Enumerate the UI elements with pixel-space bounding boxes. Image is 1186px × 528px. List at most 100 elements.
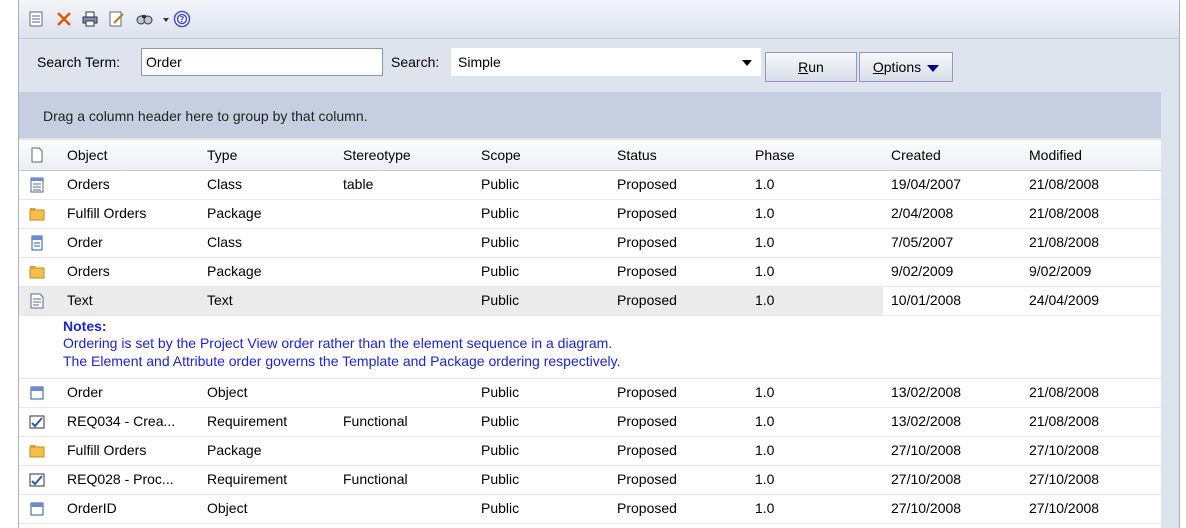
cell-type: Requirement: [207, 413, 288, 429]
cell-object: REQ028 - Proc...: [67, 471, 174, 487]
toolbar: ?: [19, 0, 1179, 39]
table-row-selected[interactable]: Text Text Public Proposed 1.0 10/01/2008…: [19, 287, 1161, 316]
cell-scope: Public: [481, 471, 520, 487]
cell-created: 27/10/2008: [891, 471, 962, 487]
cell-created: 13/02/2008: [891, 384, 962, 400]
table-row[interactable]: Order Class Public Proposed 1.0 7/05/200…: [19, 229, 1161, 258]
table-row[interactable]: Orders Package Public Proposed 1.0 9/02/…: [19, 258, 1161, 287]
cell-scope: Public: [481, 292, 520, 308]
cell-stereotype: Functional: [343, 413, 408, 429]
table-row[interactable]: REQ034 - Crea... Requirement Functional …: [19, 408, 1161, 437]
search-term-label: Search Term:: [37, 54, 120, 70]
cell-object: Order: [67, 384, 103, 400]
cell-status: Proposed: [617, 234, 677, 250]
cell-modified: 27/10/2008: [1029, 500, 1100, 516]
cell-modified: 21/08/2008: [1029, 384, 1100, 400]
dropdown-icon[interactable]: [157, 10, 169, 28]
row-notes-preview: Notes: Ordering is set by the Project Vi…: [19, 316, 1161, 379]
group-by-panel[interactable]: Drag a column header here to group by th…: [19, 92, 1161, 138]
notes-line-1: Ordering is set by the Project View orde…: [63, 335, 613, 351]
cell-object: OrderID: [67, 500, 117, 516]
cell-modified: 21/08/2008: [1029, 234, 1100, 250]
cell-status: Proposed: [617, 292, 677, 308]
cell-phase: 1.0: [755, 442, 775, 458]
table-row[interactable]: Fulfill Orders Package Public Proposed 1…: [19, 200, 1161, 229]
edit-icon[interactable]: [107, 10, 125, 28]
cell-type: Class: [207, 234, 243, 250]
class-icon: [29, 235, 45, 251]
options-button[interactable]: Options: [859, 52, 953, 82]
column-header-modified[interactable]: Modified: [1029, 147, 1082, 163]
results-grid: Object Type Stereotype Scope Status Phas…: [19, 140, 1161, 528]
new-icon[interactable]: [27, 10, 45, 28]
column-header-phase[interactable]: Phase: [755, 147, 795, 163]
search-bar: Search Term: Search: Simple Run Options: [19, 40, 1179, 90]
object-icon: [29, 385, 45, 401]
search-type-value: Simple: [458, 54, 501, 70]
cell-status: Proposed: [617, 176, 677, 192]
cell-created: 19/04/2007: [891, 176, 962, 192]
cell-status: Proposed: [617, 263, 677, 279]
cell-type: Package: [207, 205, 262, 221]
svg-text:?: ?: [180, 15, 185, 24]
delete-icon[interactable]: [55, 10, 73, 28]
cell-created: 10/01/2008: [891, 292, 962, 308]
column-header-stereotype[interactable]: Stereotype: [343, 147, 411, 163]
search-term-input[interactable]: [141, 48, 383, 76]
cell-status: Proposed: [617, 413, 677, 429]
column-header-type[interactable]: Type: [207, 147, 237, 163]
cell-status: Proposed: [617, 384, 677, 400]
print-icon[interactable]: [81, 10, 99, 28]
column-header-scope[interactable]: Scope: [481, 147, 521, 163]
vertical-scrollbar[interactable]: [1161, 92, 1179, 528]
cell-created: 9/02/2009: [891, 263, 954, 279]
cell-phase: 1.0: [755, 263, 775, 279]
cell-phase: 1.0: [755, 500, 775, 516]
cell-created: 27/10/2008: [891, 500, 962, 516]
requirement-icon: [29, 472, 45, 488]
cell-object: Text: [67, 292, 93, 308]
table-row[interactable]: Orders Class table Public Proposed 1.0 1…: [19, 171, 1161, 200]
document-icon: [29, 147, 45, 163]
cell-status: Proposed: [617, 205, 677, 221]
run-button[interactable]: Run: [765, 52, 857, 82]
cell-status: Proposed: [617, 500, 677, 516]
cell-type: Class: [207, 176, 243, 192]
cell-modified: 9/02/2009: [1029, 263, 1092, 279]
cell-stereotype: Functional: [343, 471, 408, 487]
requirement-icon: [29, 414, 45, 430]
notes-line-2: The Element and Attribute order governs …: [63, 353, 621, 369]
class-table-icon: [29, 177, 45, 193]
column-header-object[interactable]: Object: [67, 147, 107, 163]
cell-object: Fulfill Orders: [67, 205, 147, 221]
cell-phase: 1.0: [755, 234, 775, 250]
find-icon[interactable]: [135, 10, 153, 28]
cell-modified: 27/10/2008: [1029, 471, 1100, 487]
cell-phase: 1.0: [755, 384, 775, 400]
cell-scope: Public: [481, 413, 520, 429]
cell-phase: 1.0: [755, 413, 775, 429]
cell-scope: Public: [481, 384, 520, 400]
table-row[interactable]: Fulfill Orders Package Public Proposed 1…: [19, 437, 1161, 466]
table-row[interactable]: REQ028 - Proc... Requirement Functional …: [19, 466, 1161, 495]
search-type-select[interactable]: Simple: [451, 48, 761, 76]
notes-title: Notes:: [63, 318, 107, 334]
cell-modified: 21/08/2008: [1029, 413, 1100, 429]
column-header-created[interactable]: Created: [891, 147, 941, 163]
object-icon: [29, 501, 45, 517]
cell-scope: Public: [481, 205, 520, 221]
column-header-status[interactable]: Status: [617, 147, 657, 163]
help-icon[interactable]: ?: [173, 10, 191, 28]
table-row[interactable]: Order Object Public Proposed 1.0 13/02/2…: [19, 379, 1161, 408]
table-row[interactable]: OrderID Object Public Proposed 1.0 27/10…: [19, 495, 1161, 524]
cell-created: 13/02/2008: [891, 413, 962, 429]
cell-created: 2/04/2008: [891, 205, 954, 221]
cell-type: Requirement: [207, 471, 288, 487]
cell-type: Text: [207, 292, 233, 308]
cell-scope: Public: [481, 234, 520, 250]
chevron-down-icon: [742, 60, 752, 66]
search-type-label: Search:: [391, 54, 440, 70]
cell-object: Order: [67, 234, 103, 250]
cell-modified: 24/04/2009: [1029, 292, 1100, 308]
cell-scope: Public: [481, 442, 520, 458]
